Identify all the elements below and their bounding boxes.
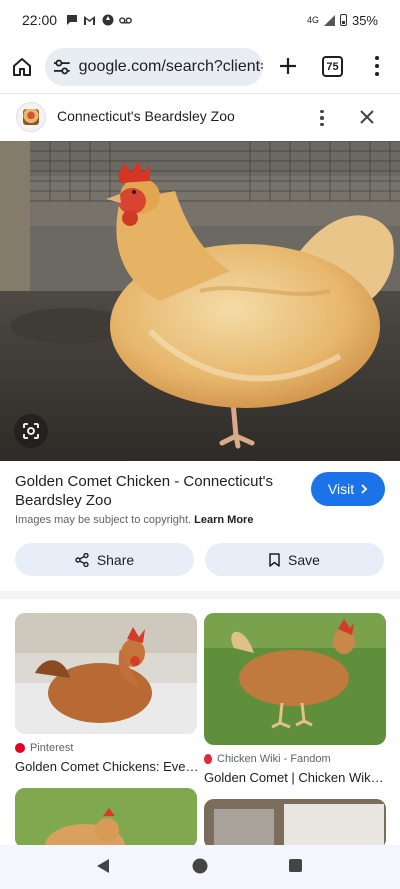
site-settings-icon[interactable] xyxy=(53,59,71,75)
url-text[interactable]: google.com/search?client= xyxy=(79,58,263,76)
new-tab-icon xyxy=(280,58,296,74)
related-source-name: Pinterest xyxy=(30,742,74,754)
status-bar: 22:00 4G 35% xyxy=(0,0,400,40)
pinwheel-icon xyxy=(101,14,114,27)
related-image[interactable] xyxy=(204,799,386,849)
chicken-photo xyxy=(0,141,400,461)
related-source: Pinterest xyxy=(15,742,197,754)
voicemail-icon xyxy=(119,14,132,27)
source-favicon xyxy=(16,102,46,132)
signal-icon xyxy=(323,14,335,26)
save-label: Save xyxy=(288,551,320,568)
google-lens-button[interactable] xyxy=(14,414,48,448)
battery-level: 35% xyxy=(351,12,378,28)
home-button[interactable] xyxy=(0,45,44,89)
related-title[interactable]: Golden Comet | Chicken Wik… xyxy=(204,770,386,785)
save-button[interactable]: Save xyxy=(205,543,384,576)
close-icon xyxy=(360,110,374,124)
home-nav-icon[interactable] xyxy=(192,858,208,874)
section-divider xyxy=(0,591,400,599)
more-vert-icon xyxy=(320,109,324,114)
tab-count: 75 xyxy=(326,60,339,73)
zoo-logo-icon xyxy=(23,109,39,125)
status-time: 22:00 xyxy=(22,12,58,28)
copyright-note: Images may be subject to copyright. Lear… xyxy=(15,514,253,526)
related-source: Chicken Wiki - Fandom xyxy=(204,753,386,765)
lens-icon xyxy=(23,423,39,439)
browser-toolbar: google.com/search?client= 75 xyxy=(0,44,400,90)
battery-icon xyxy=(339,14,347,26)
image-title[interactable]: Golden Comet Chicken - Connecticut's Bea… xyxy=(15,472,305,510)
source-name[interactable]: Connecticut's Beardsley Zoo xyxy=(57,108,235,124)
related-image[interactable] xyxy=(15,613,197,734)
system-navigation-bar xyxy=(0,845,400,889)
network-type: 4G xyxy=(306,15,319,25)
related-result-card[interactable]: Pinterest Golden Comet Chickens: Eve… xyxy=(15,613,197,774)
panel-more-button[interactable] xyxy=(312,106,332,130)
related-result-card[interactable]: Chicken Wiki - Fandom Golden Comet | Chi… xyxy=(204,613,386,785)
related-image[interactable] xyxy=(15,788,197,848)
bookmark-icon xyxy=(269,552,280,567)
visit-button[interactable]: Visit xyxy=(311,472,385,506)
chevron-right-icon xyxy=(361,484,368,494)
share-icon xyxy=(75,552,89,567)
share-button[interactable]: Share xyxy=(15,543,194,576)
pinterest-icon xyxy=(15,743,25,753)
tabs-button[interactable]: 75 xyxy=(322,56,343,77)
more-icon xyxy=(375,56,379,60)
notification-icons xyxy=(65,14,132,27)
address-bar[interactable]: google.com/search?client= xyxy=(45,48,263,86)
gmail-icon xyxy=(83,14,96,27)
share-label: Share xyxy=(96,551,135,568)
status-right: 4G 35% xyxy=(307,13,378,28)
related-title[interactable]: Golden Comet Chickens: Eve… xyxy=(15,759,197,774)
image-panel-header: Connecticut's Beardsley Zoo xyxy=(0,93,400,141)
copyright-text: Images may be subject to copyright. xyxy=(15,514,192,526)
new-tab-button[interactable] xyxy=(272,50,304,82)
recents-icon[interactable] xyxy=(289,859,302,872)
close-panel-button[interactable] xyxy=(355,105,379,129)
browser-menu-button[interactable] xyxy=(366,52,388,80)
related-source-name: Chicken Wiki - Fandom xyxy=(217,753,331,765)
learn-more-link[interactable]: Learn More xyxy=(194,514,253,526)
related-image[interactable] xyxy=(204,613,386,745)
home-icon xyxy=(13,58,31,76)
fandom-icon xyxy=(204,754,212,764)
visit-label: Visit xyxy=(327,481,355,497)
back-icon[interactable] xyxy=(97,859,109,873)
chat-icon xyxy=(65,14,78,27)
main-image[interactable] xyxy=(0,141,400,461)
